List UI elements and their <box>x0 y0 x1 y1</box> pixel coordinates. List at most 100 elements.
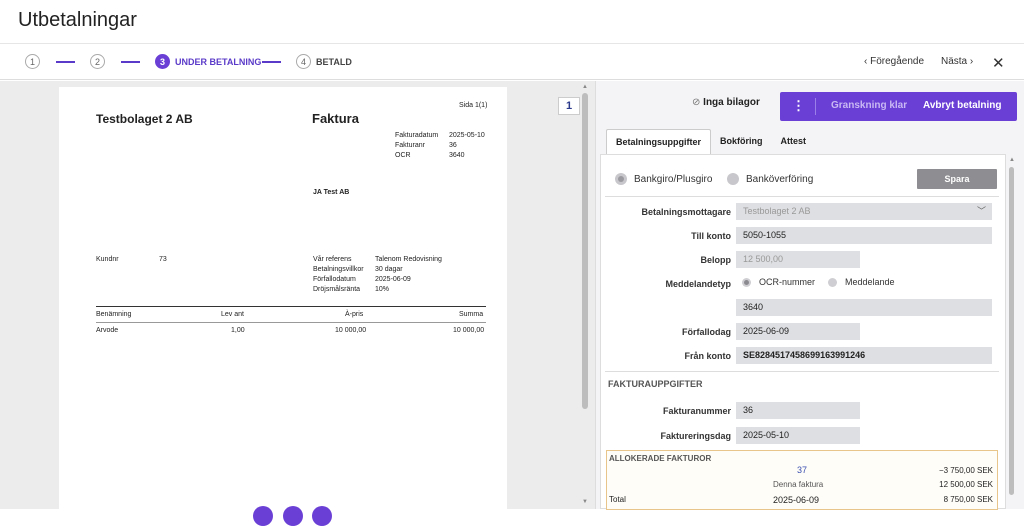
message-type-label: Meddelandetyp <box>665 279 731 289</box>
step-1-number: 1 <box>25 54 40 69</box>
this-invoice-label: Denna faktura <box>773 480 824 489</box>
message-text-radio[interactable]: Meddelande <box>828 277 895 287</box>
scroll-up-icon[interactable]: ▲ <box>582 84 588 90</box>
scroll-up-icon[interactable]: ▲ <box>1009 157 1015 163</box>
zoom-reset-button[interactable] <box>283 506 303 526</box>
table-cell: 10 000,00 <box>453 327 485 334</box>
close-icon[interactable]: ✕ <box>992 54 1005 72</box>
recipient-select[interactable]: Testbolaget 2 AB ﹀ <box>736 203 992 220</box>
panel-scrollbar[interactable] <box>1009 167 1014 495</box>
table-rule <box>96 306 486 307</box>
amount-input[interactable]: 12 500,00 <box>736 251 860 268</box>
allocated-invoice-link[interactable]: 37 <box>797 465 807 475</box>
step-connector <box>56 61 75 63</box>
this-invoice-amount: 12 500,00 SEK <box>939 480 993 489</box>
method-bankgiro-label: Bankgiro/Plusgiro <box>634 173 713 185</box>
page-number-indicator[interactable]: 1 <box>558 97 580 115</box>
ref-value: 2025-06-09 <box>375 276 411 283</box>
next-label: Nästa <box>941 56 968 67</box>
due-date-label: Förfallodag <box>682 327 731 337</box>
section-invoice-details: FAKTURAUPPGIFTER <box>608 379 703 389</box>
attachments-label: Inga bilagor <box>703 97 760 108</box>
next-button[interactable]: Nästa › <box>941 56 973 67</box>
radio-selected-icon <box>615 173 627 185</box>
ref-label: Förfallodatum <box>313 276 356 283</box>
chevron-left-icon: ‹ <box>864 56 868 67</box>
ref-value: 10% <box>375 286 390 293</box>
page-info: Sida 1(1) <box>459 102 488 109</box>
zoom-out-button[interactable] <box>253 506 273 526</box>
meta-label: Fakturadatum <box>395 132 439 139</box>
cancel-payment-button[interactable]: Avbryt betalning <box>923 100 1002 111</box>
amount-label: Belopp <box>700 255 732 265</box>
allocated-link-amount: −3 750,00 SEK <box>938 466 993 475</box>
message-ocr-label: OCR-nummer <box>759 277 816 287</box>
step-connector <box>121 61 140 63</box>
from-account-select[interactable]: SE8284517458699163991246 <box>736 347 992 364</box>
payment-form: Bankgiro/Plusgiro Banköverföring Spara B… <box>600 154 1006 510</box>
ocr-input[interactable]: 3640 <box>736 299 992 316</box>
radio-unselected-icon <box>828 277 837 287</box>
ref-label: Dröjsmålsränta <box>313 286 361 293</box>
to-account-input[interactable]: 5050-1055 <box>736 227 992 244</box>
step-2[interactable]: 2 <box>90 54 110 69</box>
panel-header: ⊘ Inga bilagor ⋮ Granskning klar Avbryt … <box>596 81 1024 123</box>
tab-payment-details[interactable]: Betalningsuppgifter <box>606 129 711 155</box>
viewer-scrollbar[interactable] <box>582 93 588 409</box>
previous-button[interactable]: ‹ Föregående <box>864 56 924 67</box>
table-cell: 1,00 <box>231 327 245 334</box>
attachments-button[interactable]: ⊘ Inga bilagor <box>692 97 760 108</box>
message-text-label: Meddelande <box>845 277 895 287</box>
customer-label: Kundnr <box>96 256 119 263</box>
meta-value: 2025-05-10 <box>449 132 485 139</box>
due-date-input[interactable]: 2025-06-09 <box>736 323 860 340</box>
invoice-number-label: Fakturanummer <box>662 406 731 416</box>
invoice-page: Sida 1(1) Testbolaget 2 AB Faktura Faktu… <box>59 87 507 509</box>
save-button[interactable]: Spara <box>917 169 997 189</box>
invoice-number-input[interactable]: 36 <box>736 402 860 419</box>
more-vertical-icon[interactable]: ⋮ <box>792 98 805 114</box>
invoice-recipient: JA Test AB <box>313 189 350 196</box>
tab-attest[interactable]: Attest <box>772 129 816 155</box>
step-1[interactable]: 1 <box>25 54 45 69</box>
ref-value: 30 dagar <box>375 266 403 273</box>
method-transfer-radio[interactable]: Banköverföring <box>727 173 813 185</box>
method-bankgiro-radio[interactable]: Bankgiro/Plusgiro <box>615 173 712 185</box>
scroll-down-icon[interactable]: ▼ <box>582 499 588 505</box>
meta-value: 36 <box>449 142 457 149</box>
step-3-number: 3 <box>155 54 170 69</box>
review-done-button[interactable]: Granskning klar <box>831 100 907 111</box>
message-ocr-radio[interactable]: OCR-nummer <box>742 277 815 287</box>
to-account-label: Till konto <box>691 231 731 241</box>
customer-value: 73 <box>159 256 167 263</box>
divider <box>605 196 999 197</box>
action-separator <box>815 98 816 115</box>
chevron-down-icon: ﹀ <box>976 206 986 216</box>
tab-bookkeeping[interactable]: Bokföring <box>711 129 772 155</box>
step-4-number: 4 <box>296 54 311 69</box>
step-2-number: 2 <box>90 54 105 69</box>
step-3-label: UNDER BETALNING <box>175 56 262 67</box>
from-account-label: Från konto <box>684 351 732 361</box>
step-4[interactable]: 4 BETALD <box>296 54 352 69</box>
meta-value: 3640 <box>449 152 465 159</box>
invoice-date-input[interactable]: 2025-05-10 <box>736 427 860 444</box>
recipient-label: Betalningsmottagare <box>641 207 731 217</box>
table-cell: Arvode <box>96 327 119 334</box>
zoom-in-button[interactable] <box>312 506 332 526</box>
meta-label: OCR <box>395 152 411 159</box>
table-cell: 10 000,00 <box>335 327 367 334</box>
total-amount: 8 750,00 SEK <box>943 495 993 504</box>
previous-label: Föregående <box>870 56 925 67</box>
allocated-title: ALLOKERADE FAKTUROR <box>609 454 712 463</box>
invoice-company: Testbolaget 2 AB <box>96 112 193 126</box>
invoice-date-label: Faktureringsdag <box>660 431 731 441</box>
invoice-doc-title: Faktura <box>312 111 359 126</box>
total-date: 2025-06-09 <box>773 495 820 505</box>
table-header: Summa <box>459 311 484 318</box>
step-3[interactable]: 3 UNDER BETALNING <box>155 54 261 69</box>
step-bar: 1 2 3 UNDER BETALNING 4 BETALD ‹ Föregåe… <box>0 44 1024 80</box>
recipient-value: Testbolaget 2 AB <box>743 206 811 216</box>
method-transfer-label: Banköverföring <box>746 173 814 185</box>
allocated-invoices: ALLOKERADE FAKTUROR 37 −3 750,00 SEK Den… <box>606 450 998 510</box>
